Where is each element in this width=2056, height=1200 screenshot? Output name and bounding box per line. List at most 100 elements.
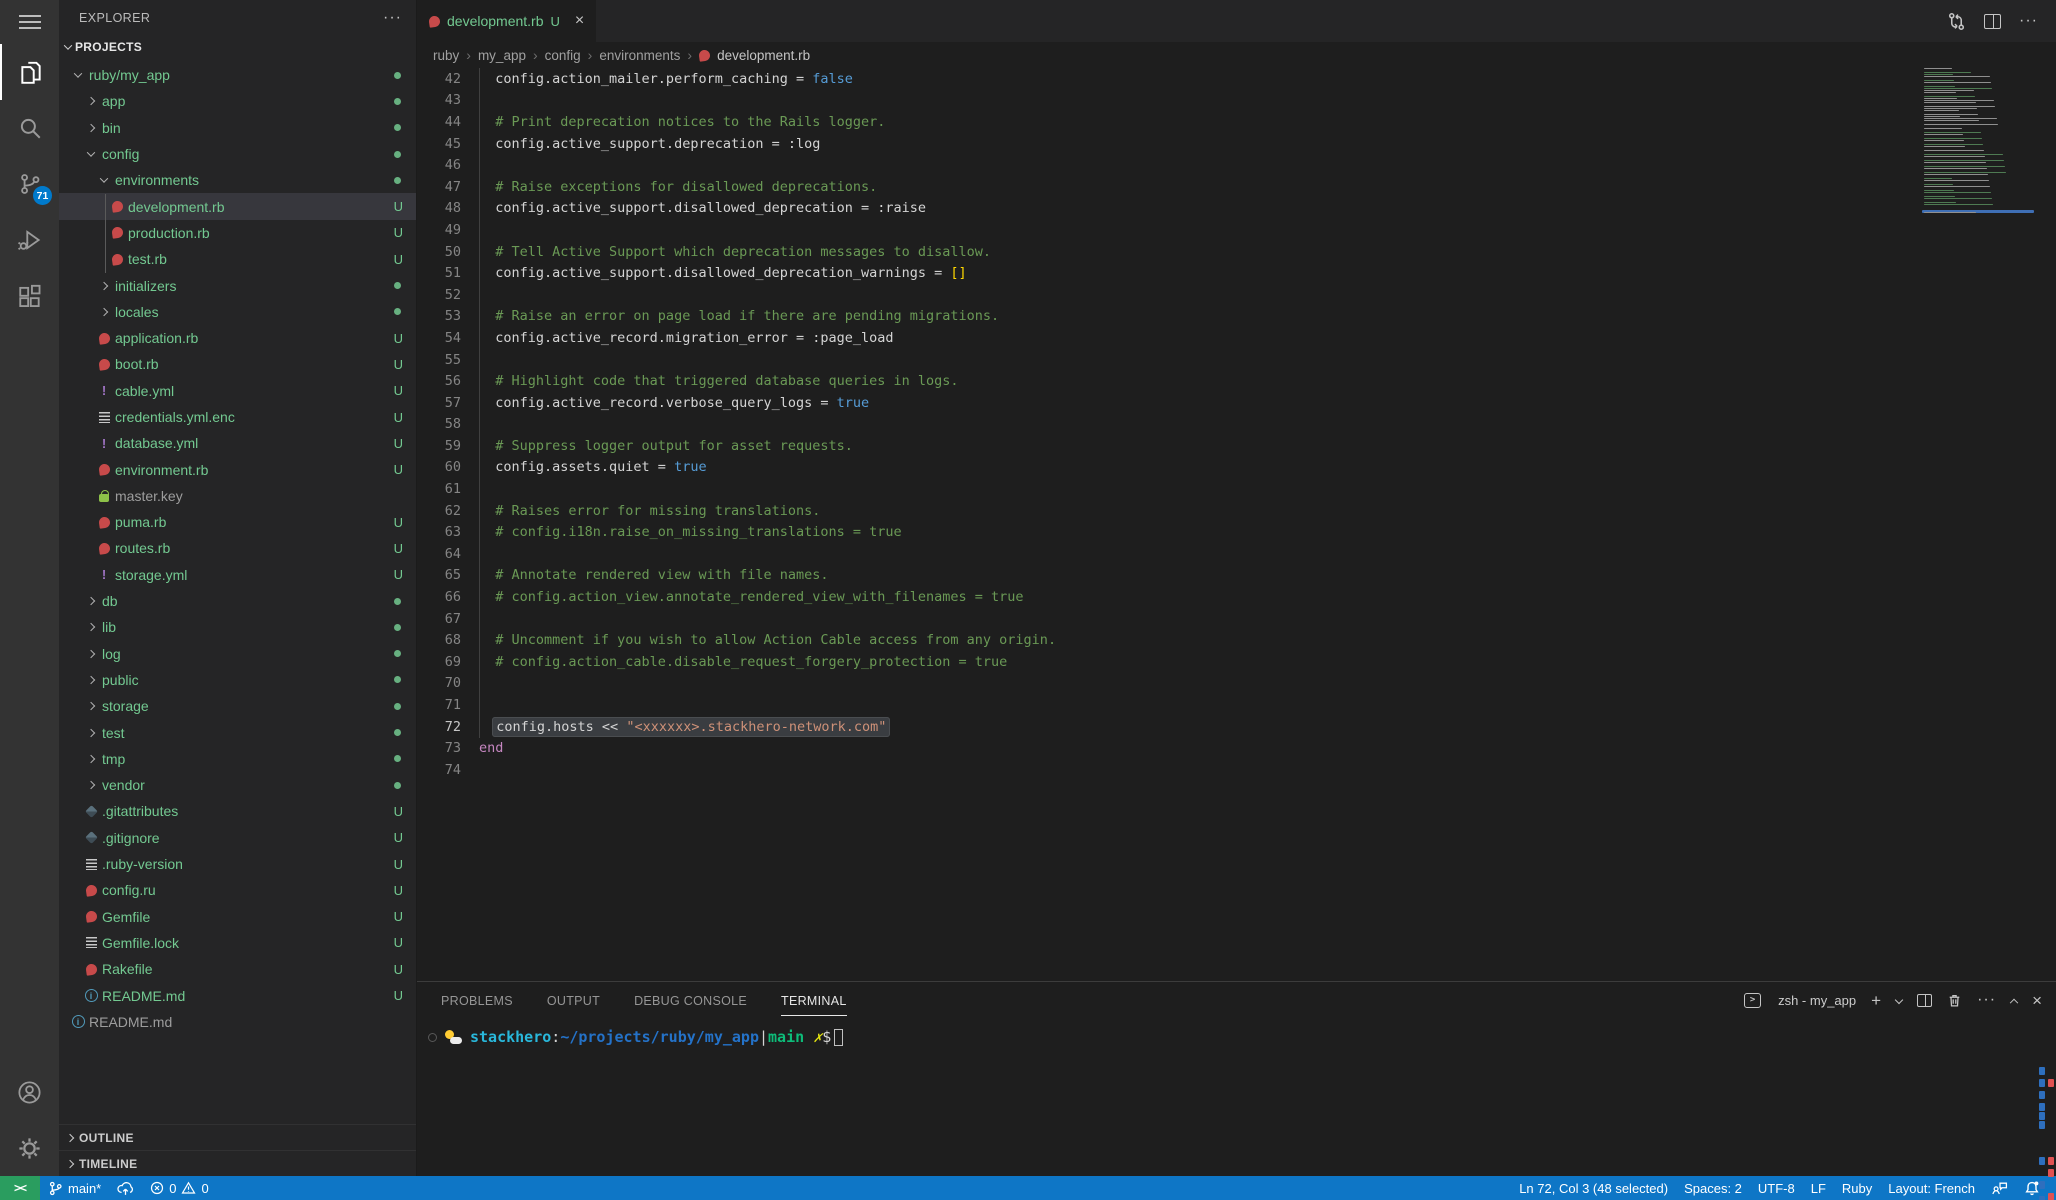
code-line-66[interactable]: 66 # config.action_view.annotate_rendere… [417, 586, 1916, 608]
code-line-43[interactable]: 43 [417, 90, 1916, 112]
problems-status[interactable]: 0 0 [142, 1176, 216, 1200]
outline-section-header[interactable]: OUTLINE [59, 1124, 416, 1150]
tree-item-config-ru[interactable]: config.ruU [59, 877, 416, 903]
code-line-65[interactable]: 65 # Annotate rendered view with file na… [417, 565, 1916, 587]
tab-close-icon[interactable]: × [575, 12, 584, 30]
code-line-45[interactable]: 45 config.active_support.deprecation = :… [417, 133, 1916, 155]
terminal-dropdown-icon[interactable] [1895, 996, 1903, 1004]
code-line-48[interactable]: 48 config.active_support.disallowed_depr… [417, 198, 1916, 220]
code-line-64[interactable]: 64 [417, 543, 1916, 565]
breadcrumb-item-my-app[interactable]: my_app [478, 48, 526, 63]
explorer-actions-button[interactable]: ··· [383, 9, 402, 27]
split-terminal-icon[interactable] [1917, 994, 1932, 1007]
code-line-54[interactable]: 54 config.active_record.migration_error … [417, 327, 1916, 349]
tree-item-boot-rb[interactable]: boot.rbU [59, 351, 416, 377]
code-line-55[interactable]: 55 [417, 349, 1916, 371]
projects-section-header[interactable]: PROJECTS [59, 35, 416, 59]
tree-item-locales[interactable]: locales [59, 299, 416, 325]
breadcrumb-file[interactable]: development.rb [717, 48, 810, 63]
branch-status[interactable]: main* [40, 1176, 109, 1200]
encoding-status[interactable]: UTF-8 [1750, 1176, 1803, 1200]
code-line-73[interactable]: 73end [417, 737, 1916, 759]
tree-item-gemfile-lock[interactable]: Gemfile.lockU [59, 930, 416, 956]
tree-item-rakefile[interactable]: RakefileU [59, 956, 416, 982]
tree-item-production-rb[interactable]: production.rbU [59, 220, 416, 246]
tab-development-rb[interactable]: development.rb U × [417, 0, 596, 42]
remote-indicator[interactable]: >< [0, 1176, 40, 1200]
tree-item-database-yml[interactable]: !database.ymlU [59, 430, 416, 456]
tree-item-storage[interactable]: storage [59, 693, 416, 719]
code-line-61[interactable]: 61 [417, 478, 1916, 500]
tree-item-test[interactable]: test [59, 719, 416, 745]
panel-tab-terminal[interactable]: TERMINAL [781, 985, 847, 1016]
code-line-46[interactable]: 46 [417, 154, 1916, 176]
code-line-71[interactable]: 71 [417, 694, 1916, 716]
panel-tab-debug-console[interactable]: DEBUG CONSOLE [634, 985, 747, 1016]
code-line-51[interactable]: 51 config.active_support.disallowed_depr… [417, 262, 1916, 284]
tree-item-tmp[interactable]: tmp [59, 746, 416, 772]
code-line-44[interactable]: 44 # Print deprecation notices to the Ra… [417, 111, 1916, 133]
close-panel-icon[interactable]: × [2032, 992, 2042, 1009]
kill-terminal-icon[interactable] [1947, 993, 1962, 1008]
code-editor[interactable]: 42 config.action_mailer.perform_caching … [417, 68, 2056, 981]
terminal[interactable]: stackhero:~/projects/ruby/my_app|main ✗$ [417, 1018, 2056, 1176]
tree-item-environment-rb[interactable]: environment.rbU [59, 456, 416, 482]
menu-button[interactable] [0, 0, 59, 44]
breadcrumb-item-environments[interactable]: environments [599, 48, 680, 63]
tree-item-puma-rb[interactable]: puma.rbU [59, 509, 416, 535]
run-debug-view-button[interactable] [0, 212, 59, 268]
code-line-49[interactable]: 49 [417, 219, 1916, 241]
tree-item-master-key[interactable]: master.key [59, 483, 416, 509]
tree-item-gitattributes[interactable]: .gitattributesU [59, 798, 416, 824]
tree-item-gemfile[interactable]: GemfileU [59, 904, 416, 930]
feedback-button[interactable] [1983, 1176, 2016, 1200]
breadcrumb-item-config[interactable]: config [545, 48, 581, 63]
timeline-section-header[interactable]: TIMELINE [59, 1150, 416, 1176]
tree-item-initializers[interactable]: initializers [59, 272, 416, 298]
code-line-74[interactable]: 74 [417, 759, 1916, 781]
tree-item-config[interactable]: config [59, 141, 416, 167]
tree-item-public[interactable]: public [59, 667, 416, 693]
more-actions-icon[interactable]: ··· [2019, 12, 2038, 30]
code-line-68[interactable]: 68 # Uncomment if you wish to allow Acti… [417, 629, 1916, 651]
tree-item-db[interactable]: db [59, 588, 416, 614]
tree-item-storage-yml[interactable]: !storage.ymlU [59, 562, 416, 588]
open-changes-icon[interactable] [1947, 12, 1966, 31]
code-line-52[interactable]: 52 [417, 284, 1916, 306]
maximize-panel-icon[interactable] [2010, 999, 2018, 1007]
split-editor-icon[interactable] [1984, 14, 2001, 29]
panel-more-icon[interactable]: ··· [1977, 991, 1996, 1009]
indentation-status[interactable]: Spaces: 2 [1676, 1176, 1750, 1200]
settings-button[interactable] [0, 1120, 59, 1176]
tree-item-routes-rb[interactable]: routes.rbU [59, 535, 416, 561]
code-line-42[interactable]: 42 config.action_mailer.perform_caching … [417, 68, 1916, 90]
layout-status[interactable]: Layout: French [1880, 1176, 1983, 1200]
tree-item-readme-md[interactable]: iREADME.md [59, 1009, 416, 1035]
panel-tab-output[interactable]: OUTPUT [547, 985, 600, 1016]
code-line-59[interactable]: 59 # Suppress logger output for asset re… [417, 435, 1916, 457]
code-line-53[interactable]: 53 # Raise an error on page load if ther… [417, 306, 1916, 328]
language-status[interactable]: Ruby [1834, 1176, 1880, 1200]
tree-item-gitignore[interactable]: .gitignoreU [59, 825, 416, 851]
tree-item-lib[interactable]: lib [59, 614, 416, 640]
tree-item-vendor[interactable]: vendor [59, 772, 416, 798]
tree-item-bin[interactable]: bin [59, 115, 416, 141]
code-line-70[interactable]: 70 [417, 673, 1916, 695]
minimap[interactable] [1922, 68, 2042, 981]
code-line-57[interactable]: 57 config.active_record.verbose_query_lo… [417, 392, 1916, 414]
tree-item-readme-md[interactable]: iREADME.mdU [59, 982, 416, 1008]
code-line-47[interactable]: 47 # Raise exceptions for disallowed dep… [417, 176, 1916, 198]
tree-item-test-rb[interactable]: test.rbU [59, 246, 416, 272]
sync-button[interactable] [109, 1176, 142, 1200]
extensions-view-button[interactable] [0, 268, 59, 324]
tree-item-ruby-version[interactable]: .ruby-versionU [59, 851, 416, 877]
tree-item-app[interactable]: app [59, 88, 416, 114]
tree-item-environments[interactable]: environments [59, 167, 416, 193]
code-line-67[interactable]: 67 [417, 608, 1916, 630]
tree-item-log[interactable]: log [59, 641, 416, 667]
cursor-position[interactable]: Ln 72, Col 3 (48 selected) [1511, 1176, 1676, 1200]
code-line-56[interactable]: 56 # Highlight code that triggered datab… [417, 370, 1916, 392]
code-line-58[interactable]: 58 [417, 414, 1916, 436]
code-line-72[interactable]: 72 config.hosts << "<xxxxxx>.stackhero-n… [417, 716, 1916, 738]
tree-item-ruby-my-app[interactable]: ruby/my_app [59, 62, 416, 88]
